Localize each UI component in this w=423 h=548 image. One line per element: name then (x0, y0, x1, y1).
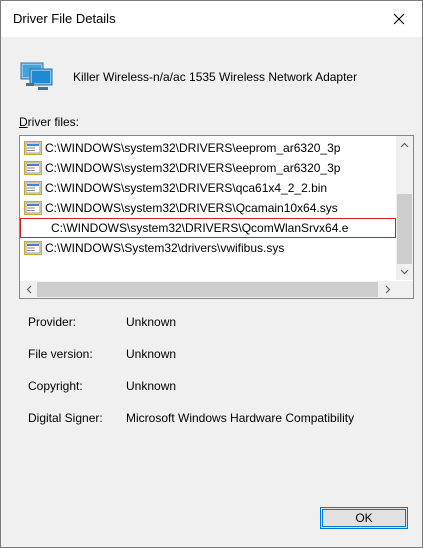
scroll-up-arrow[interactable] (396, 136, 413, 153)
chevron-up-icon (400, 142, 409, 147)
file-icon (24, 181, 42, 195)
driver-file-row[interactable]: C:\WINDOWS\system32\DRIVERS\qca61x4_2_2.… (20, 178, 396, 198)
driver-files-label: Driver files: (19, 115, 80, 129)
network-adapter-icon (20, 62, 53, 90)
dialog-title: Driver File Details (13, 11, 116, 26)
chevron-right-icon (385, 285, 390, 294)
file-icon (24, 141, 42, 155)
close-button[interactable] (376, 1, 422, 37)
driver-file-row[interactable]: C:\WINDOWS\system32\DRIVERS\Qcamain10x64… (20, 198, 396, 218)
driver-file-path: C:\WINDOWS\System32\drivers\vwifibus.sys (45, 241, 285, 255)
device-name: Killer Wireless-n/a/ac 1535 Wireless Net… (73, 70, 358, 84)
driver-file-path: C:\WINDOWS\system32\DRIVERS\QcomWlanSrvx… (51, 221, 349, 235)
scrollbar-corner (396, 281, 413, 298)
ok-button[interactable]: OK (320, 507, 408, 529)
horizontal-scrollbar[interactable] (20, 281, 396, 298)
driver-files-list[interactable]: C:\WINDOWS\system32\DRIVERS\eeprom_ar632… (19, 135, 414, 299)
provider-label: Provider: (28, 315, 77, 329)
scroll-left-arrow[interactable] (20, 281, 37, 298)
copyright-value: Unknown (126, 379, 177, 393)
driver-file-path: C:\WINDOWS\system32\DRIVERS\eeprom_ar632… (45, 161, 341, 175)
scroll-down-arrow[interactable] (396, 263, 413, 280)
ok-button-label: OK (355, 511, 373, 525)
driver-file-details-dialog: Driver File Details Killer Wireless-n/a/… (0, 0, 423, 548)
file-icon (24, 201, 42, 215)
driver-file-row[interactable]: C:\WINDOWS\system32\DRIVERS\QcomWlanSrvx… (20, 218, 396, 238)
title-bar[interactable]: Driver File Details (1, 1, 422, 37)
driver-file-row[interactable]: C:\WINDOWS\system32\DRIVERS\eeprom_ar632… (20, 138, 396, 158)
file-version-value: Unknown (126, 347, 177, 361)
chevron-down-icon (400, 269, 409, 274)
driver-file-row[interactable]: C:\WINDOWS\System32\drivers\vwifibus.sys (20, 238, 396, 258)
close-icon (393, 13, 405, 25)
digital-signer-label: Digital Signer: (28, 411, 103, 425)
chevron-left-icon (26, 285, 31, 294)
file-version-label: File version: (28, 347, 93, 361)
provider-value: Unknown (126, 315, 177, 329)
driver-file-path: C:\WINDOWS\system32\DRIVERS\qca61x4_2_2.… (45, 181, 328, 195)
scroll-right-arrow[interactable] (379, 281, 396, 298)
horizontal-scroll-thumb[interactable] (37, 282, 378, 297)
vertical-scrollbar[interactable] (396, 136, 413, 280)
file-icon (24, 241, 42, 255)
driver-file-row[interactable]: C:\WINDOWS\system32\DRIVERS\eeprom_ar632… (20, 158, 396, 178)
file-icon (24, 161, 42, 175)
digital-signer-value: Microsoft Windows Hardware Compatibility (126, 411, 355, 425)
vertical-scroll-thumb[interactable] (397, 194, 412, 264)
copyright-label: Copyright: (28, 379, 83, 393)
driver-file-path: C:\WINDOWS\system32\DRIVERS\Qcamain10x64… (45, 201, 338, 215)
driver-file-path: C:\WINDOWS\system32\DRIVERS\eeprom_ar632… (45, 141, 341, 155)
